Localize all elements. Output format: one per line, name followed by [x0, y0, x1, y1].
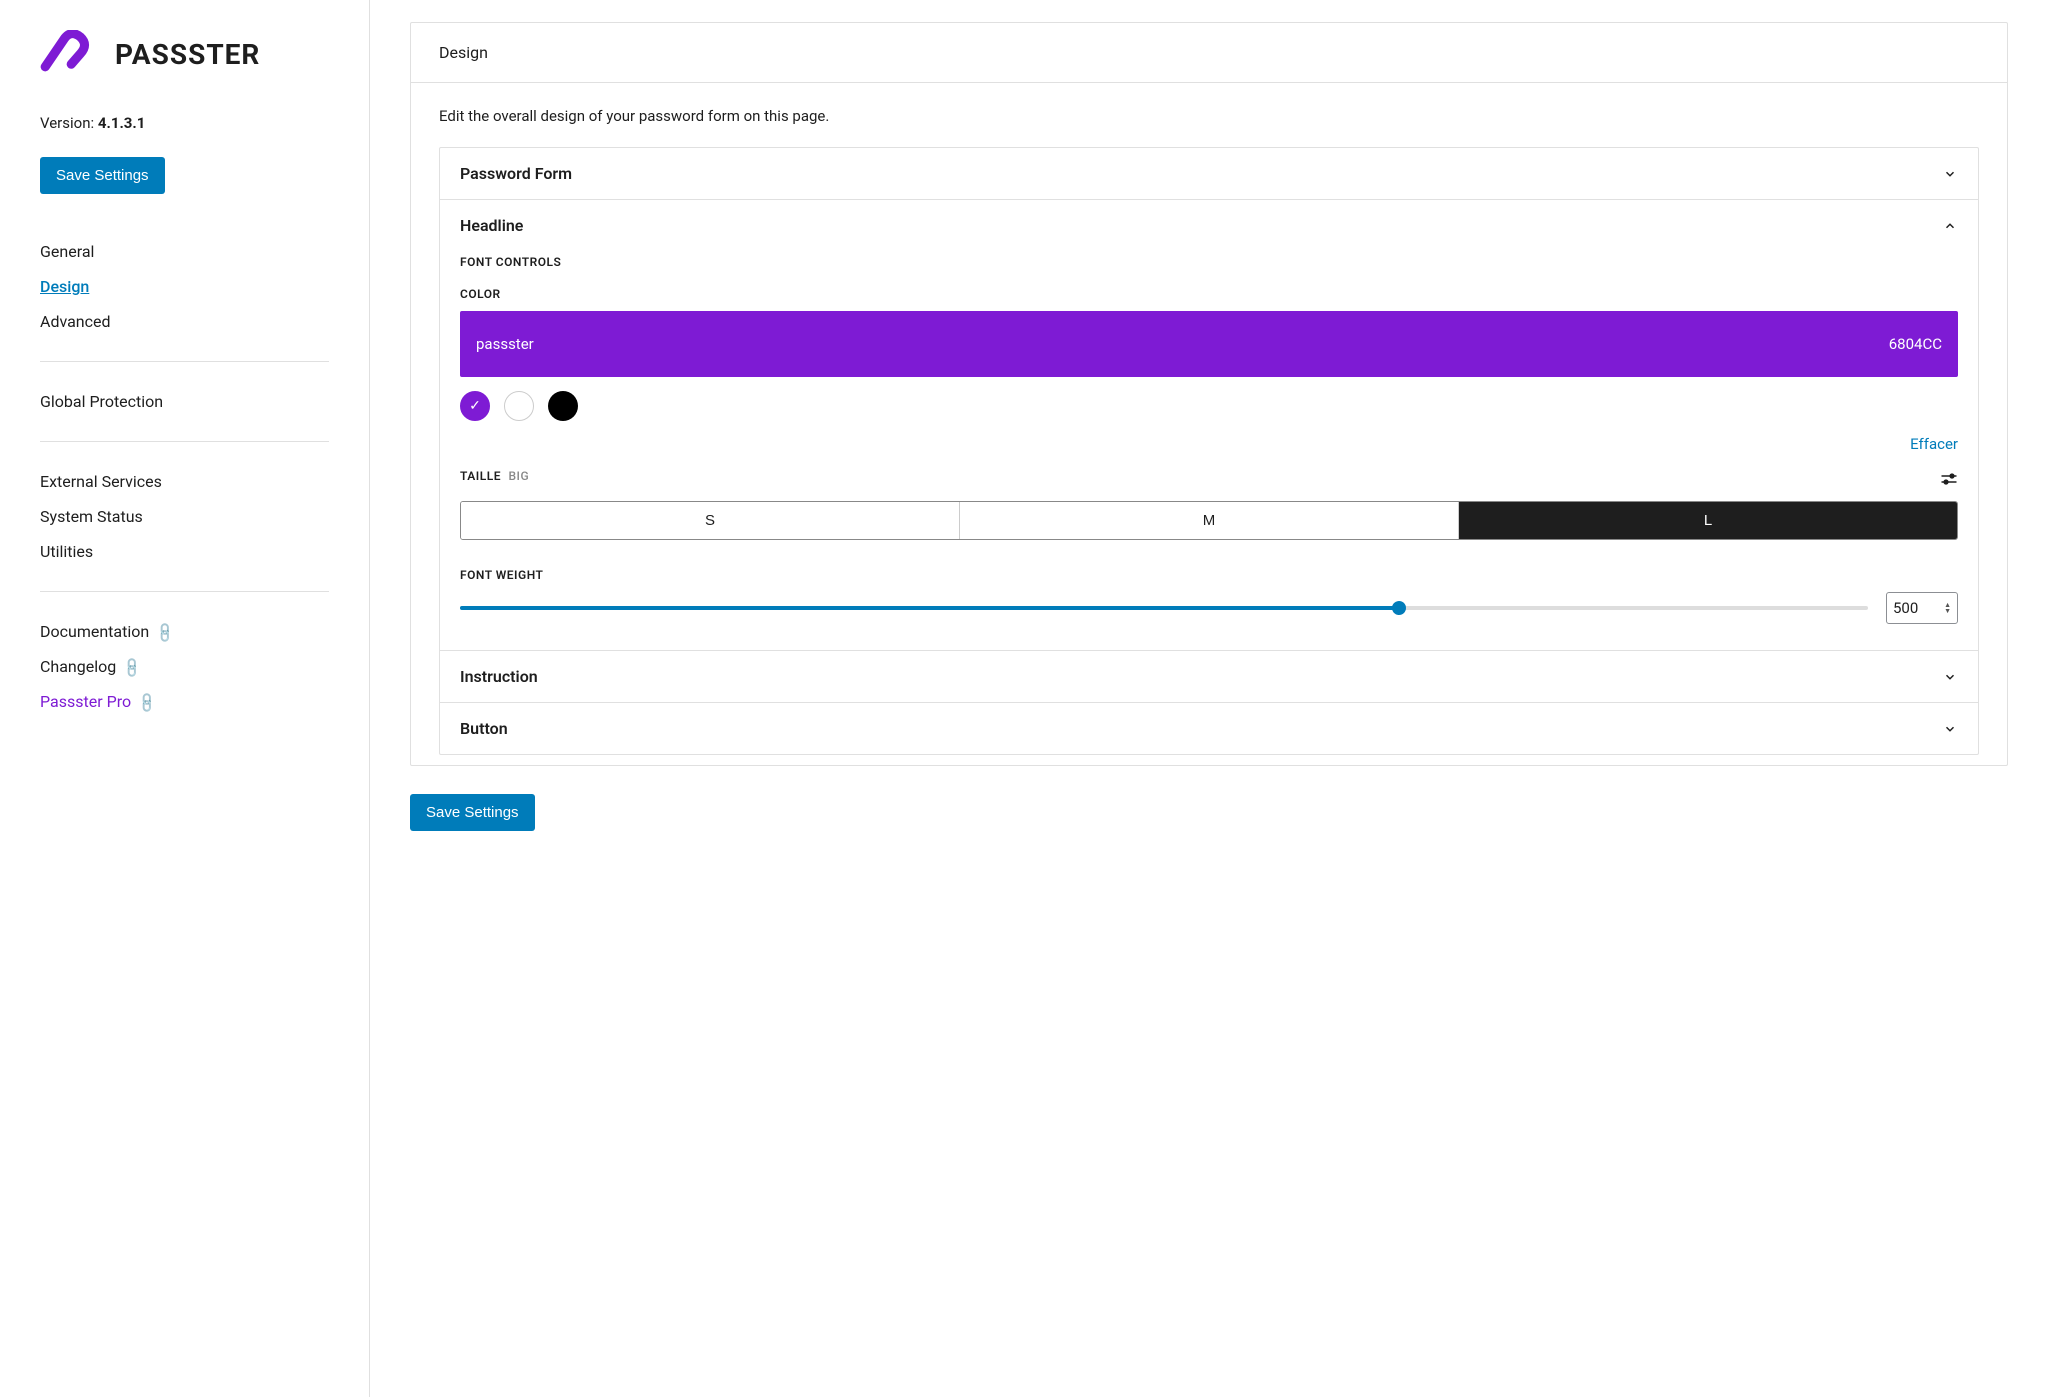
accordion-header-password-form[interactable]: Password Form [440, 148, 1978, 199]
sidebar-item-general[interactable]: General [40, 234, 329, 269]
font-weight-control: 500 ▲▼ [460, 592, 1958, 624]
panel-description: Edit the overall design of your password… [439, 107, 1979, 125]
sidebar-item-utilities[interactable]: Utilities [40, 534, 329, 569]
nav-separator [40, 441, 329, 442]
color-swatch-purple[interactable]: ✓ [460, 391, 490, 421]
size-option-m[interactable]: M [959, 502, 1458, 539]
check-icon: ✓ [469, 398, 481, 414]
size-label: TAILLE BIG [460, 469, 529, 483]
external-link-icon: 🔗 [154, 621, 178, 645]
font-weight-slider[interactable] [460, 598, 1868, 618]
color-label: COLOR [460, 287, 1958, 301]
color-swatch-black[interactable] [548, 391, 578, 421]
sidebar-item-design[interactable]: Design [40, 269, 329, 304]
sidebar-item-documentation[interactable]: Documentation 🔗 [40, 614, 329, 649]
accordion-button: Button [440, 703, 1978, 754]
external-link-icon: 🔗 [136, 691, 160, 715]
size-segmented-control: S M L [460, 501, 1958, 540]
nav-group-3: External Services System Status Utilitie… [40, 464, 329, 569]
sidebar-item-passster-pro[interactable]: Passster Pro 🔗 [40, 684, 329, 719]
color-hex: 6804CC [1889, 335, 1942, 353]
brand-name: PASSSTER [115, 38, 260, 71]
spinner-icon: ▲▼ [1944, 602, 1951, 614]
color-name: passster [476, 335, 534, 353]
nav-group-4: Documentation 🔗 Changelog 🔗 Passster Pro… [40, 614, 329, 719]
brand-logo-icon [40, 30, 105, 79]
panel-title: Design [411, 23, 2007, 83]
color-swatches: ✓ [460, 391, 1958, 421]
save-settings-button-bottom[interactable]: Save Settings [410, 794, 535, 831]
size-option-l[interactable]: L [1458, 502, 1957, 539]
save-settings-button-top[interactable]: Save Settings [40, 157, 165, 194]
version-text: Version: 4.1.3.1 [40, 114, 329, 132]
chevron-down-icon [1942, 669, 1958, 685]
nav-group-1: General Design Advanced [40, 234, 329, 339]
nav-separator [40, 361, 329, 362]
chevron-down-icon [1942, 721, 1958, 737]
size-option-s[interactable]: S [461, 502, 959, 539]
main-content: Design Edit the overall design of your p… [370, 0, 2048, 1397]
font-controls-label: FONT CONTROLS [460, 255, 1958, 269]
sidebar-item-advanced[interactable]: Advanced [40, 304, 329, 339]
accordion-header-headline[interactable]: Headline [440, 200, 1978, 251]
accordion-headline: Headline FONT CONTROLS COLOR passster 68… [440, 200, 1978, 651]
accordion-password-form: Password Form [440, 148, 1978, 200]
font-weight-label: FONT WEIGHT [460, 568, 1958, 582]
brand-logo: PASSSTER [40, 30, 329, 79]
external-link-icon: 🔗 [121, 656, 145, 680]
accordion-header-button[interactable]: Button [440, 703, 1978, 754]
sidebar: PASSSTER Version: 4.1.3.1 Save Settings … [0, 0, 370, 1397]
sidebar-item-changelog[interactable]: Changelog 🔗 [40, 649, 329, 684]
chevron-down-icon [1942, 166, 1958, 182]
design-panel: Design Edit the overall design of your p… [410, 22, 2008, 766]
sidebar-item-global-protection[interactable]: Global Protection [40, 384, 329, 419]
clear-color-link[interactable]: Effacer [1910, 435, 1958, 453]
color-swatch-white[interactable] [504, 391, 534, 421]
clear-color-row: Effacer [460, 435, 1958, 453]
color-preview[interactable]: passster 6804CC [460, 311, 1958, 377]
accordion-header-instruction[interactable]: Instruction [440, 651, 1978, 702]
nav-separator [40, 591, 329, 592]
sliders-icon[interactable] [1940, 472, 1958, 490]
accordion-instruction: Instruction [440, 651, 1978, 703]
font-weight-input[interactable]: 500 ▲▼ [1886, 592, 1958, 624]
chevron-up-icon [1942, 218, 1958, 234]
nav-group-2: Global Protection [40, 384, 329, 419]
sidebar-item-external-services[interactable]: External Services [40, 464, 329, 499]
design-accordion: Password Form Headline [439, 147, 1979, 755]
accordion-body-headline: FONT CONTROLS COLOR passster 6804CC ✓ [440, 255, 1978, 650]
sidebar-item-system-status[interactable]: System Status [40, 499, 329, 534]
